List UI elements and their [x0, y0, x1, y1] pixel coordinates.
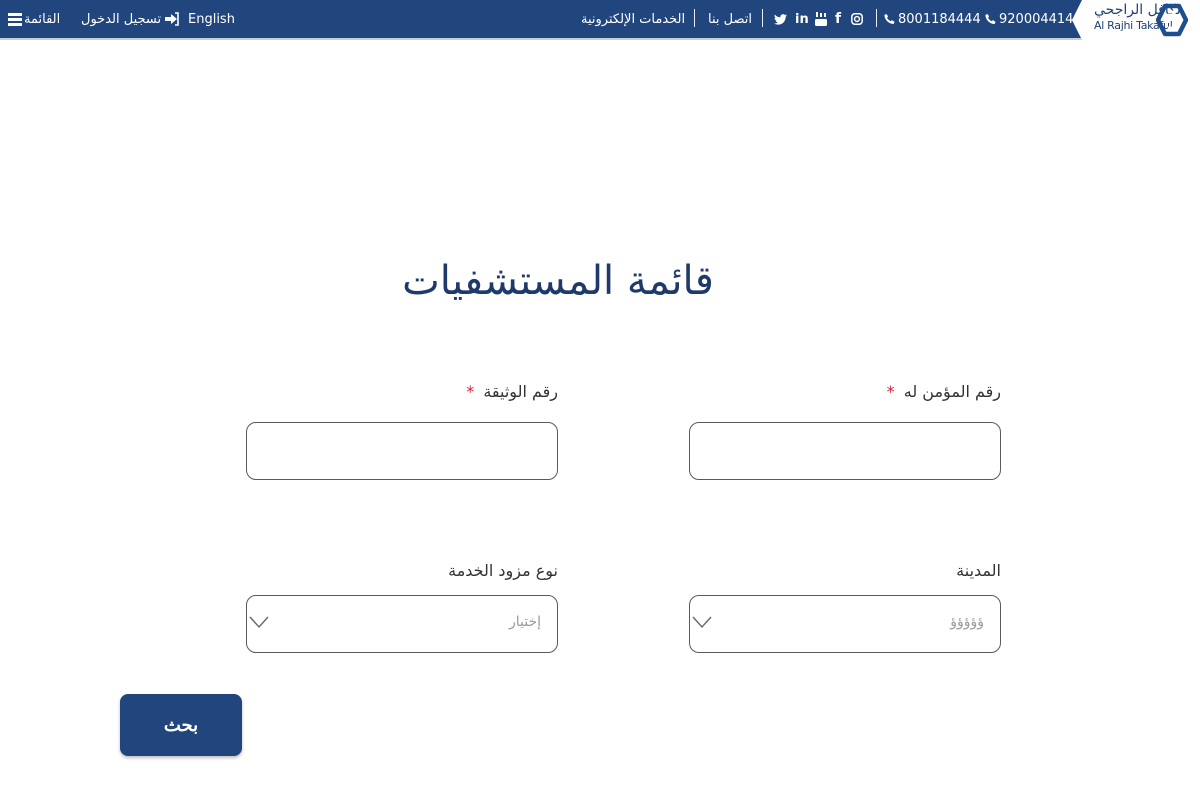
- phone-icon: [985, 13, 996, 25]
- city-label: المدينة: [956, 561, 1001, 580]
- logo-hexagon-icon: [1156, 3, 1188, 37]
- sign-in-icon: [165, 12, 179, 26]
- top-navigation-bar: القائمة تسجيل الدخول English الخدمات الإ…: [0, 0, 1200, 40]
- brand-logo[interactable]: تكافل الراجحي Al Rajhi Takaful: [1072, 0, 1200, 40]
- divider: [762, 9, 763, 27]
- eservices-link[interactable]: الخدمات الإلكترونية: [581, 0, 685, 38]
- facebook-icon: f: [835, 11, 842, 27]
- provider-type-label: نوع مزود الخدمة: [448, 561, 558, 580]
- phone-link-toll-free[interactable]: 8001184444: [884, 0, 981, 38]
- linkedin-link[interactable]: in: [795, 0, 809, 38]
- divider: [694, 9, 695, 27]
- policy-number-field: رقم الوثيقة *: [246, 380, 558, 480]
- page-title: قائمة المستشفيات: [402, 258, 714, 304]
- eservices-label: الخدمات الإلكترونية: [581, 11, 686, 27]
- chevron-down-icon: [249, 616, 269, 629]
- twitter-link[interactable]: [774, 0, 787, 38]
- label-text: رقم الوثيقة: [483, 382, 558, 401]
- city-select[interactable]: ؤؤؤؤؤ: [689, 595, 1001, 653]
- language-switch-link[interactable]: English: [188, 0, 235, 38]
- policy-number-label: رقم الوثيقة *: [246, 380, 558, 404]
- youtube-link[interactable]: [815, 0, 827, 38]
- divider: [876, 9, 877, 27]
- youtube-icon: [815, 12, 827, 26]
- search-button[interactable]: بحث: [120, 694, 242, 756]
- policy-number-input[interactable]: [246, 422, 558, 480]
- twitter-icon: [774, 13, 787, 25]
- language-label: English: [188, 11, 235, 27]
- required-marker: *: [466, 382, 475, 401]
- instagram-link[interactable]: [851, 0, 863, 38]
- provider-type-select-placeholder: إختيار: [508, 614, 541, 630]
- insured-id-input[interactable]: [689, 422, 1001, 480]
- menu-label: القائمة: [24, 11, 61, 27]
- insured-id-label: رقم المؤمن له *: [689, 380, 1001, 404]
- linkedin-icon: in: [795, 11, 809, 27]
- provider-type-select[interactable]: إختيار: [246, 595, 558, 653]
- label-text: رقم المؤمن له: [903, 382, 1001, 401]
- chevron-down-icon: [692, 616, 712, 629]
- phone-icon: [884, 13, 895, 25]
- phone-number: 920004414: [999, 11, 1074, 27]
- provider-type-field: نوع مزود الخدمة إختيار: [246, 559, 558, 653]
- insured-id-field: رقم المؤمن له *: [689, 380, 1001, 480]
- menu-button[interactable]: القائمة: [8, 0, 60, 38]
- phone-number: 8001184444: [898, 11, 981, 27]
- required-marker: *: [886, 382, 895, 401]
- contact-us-link[interactable]: اتصل بنا: [708, 0, 752, 38]
- city-select-placeholder: ؤؤؤؤؤ: [950, 614, 984, 630]
- instagram-icon: [851, 13, 863, 25]
- login-label: تسجيل الدخول: [81, 11, 162, 27]
- hamburger-menu-icon: [8, 12, 22, 26]
- facebook-link[interactable]: f: [835, 0, 841, 38]
- contact-label: اتصل بنا: [708, 11, 752, 27]
- login-button[interactable]: تسجيل الدخول: [81, 0, 180, 38]
- phone-link-main[interactable]: 920004414: [985, 0, 1073, 38]
- city-field: المدينة ؤؤؤؤؤ: [689, 559, 1001, 653]
